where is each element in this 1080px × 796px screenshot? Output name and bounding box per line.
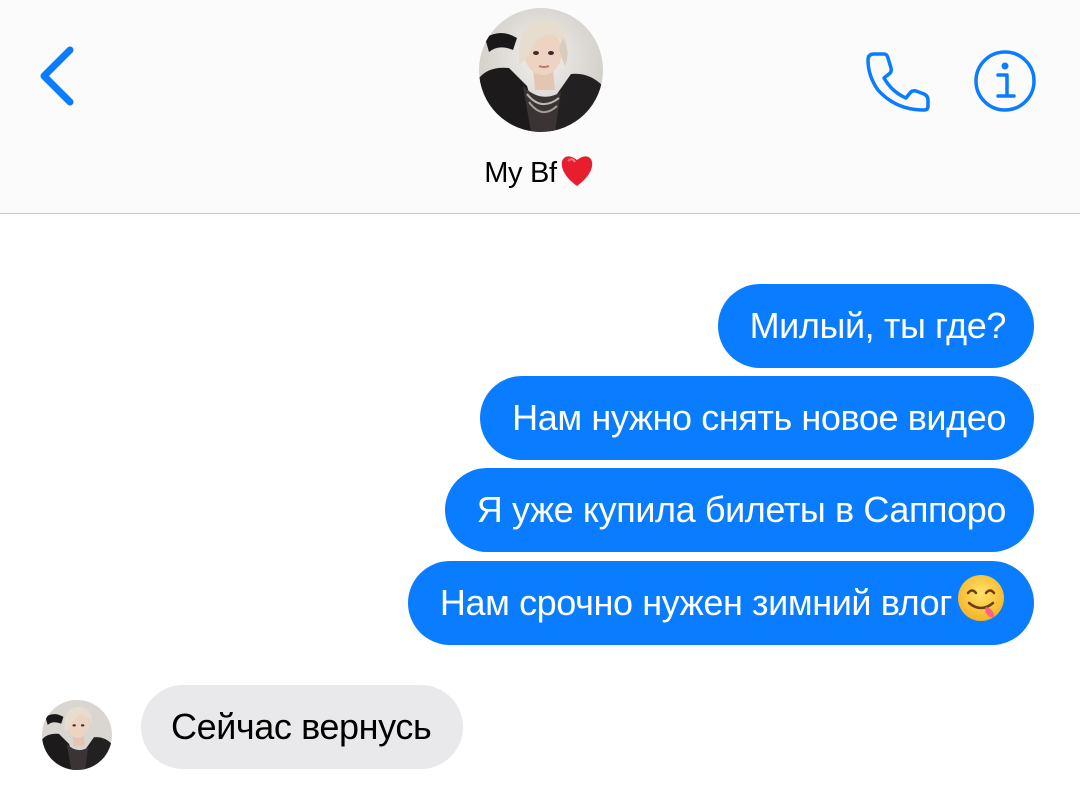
avatar-photo bbox=[479, 8, 603, 132]
outgoing-message-bubble[interactable]: Нам нужно снять новое видео bbox=[480, 376, 1034, 460]
avatar-photo bbox=[42, 700, 112, 770]
back-button[interactable] bbox=[34, 38, 90, 114]
message-text: Нам нужно снять новое видео bbox=[512, 397, 1006, 438]
call-button[interactable] bbox=[862, 48, 932, 114]
outgoing-message-bubble[interactable]: Нам срочно нужен зимний влог bbox=[407, 561, 1034, 645]
info-button[interactable] bbox=[972, 48, 1038, 114]
red-heart-emoji bbox=[558, 152, 596, 196]
contact-name: My Bf bbox=[440, 152, 640, 196]
contact-header[interactable]: My Bf bbox=[440, 8, 640, 198]
chevron-left-icon bbox=[40, 46, 74, 106]
outgoing-message-bubble[interactable]: Я уже купила билеты в Саппоро bbox=[444, 468, 1034, 552]
chat-header: My Bf bbox=[0, 0, 1080, 214]
face-savoring-food-emoji bbox=[956, 569, 1006, 653]
contact-avatar[interactable] bbox=[479, 8, 603, 132]
message-text: Нам срочно нужен зимний влог bbox=[439, 582, 952, 623]
sender-avatar[interactable] bbox=[42, 700, 112, 770]
phone-icon bbox=[866, 52, 930, 112]
message-text: Я уже купила билеты в Саппоро bbox=[476, 489, 1007, 530]
chat-screen: My Bf Милый, ты где? Нам нужно снять нов… bbox=[0, 0, 1080, 796]
message-text: Сейчас вернусь bbox=[171, 706, 432, 747]
info-icon bbox=[974, 50, 1036, 112]
outgoing-message-bubble[interactable]: Милый, ты где? bbox=[717, 284, 1034, 368]
incoming-message-bubble[interactable]: Сейчас вернусь bbox=[141, 685, 464, 769]
message-text: Милый, ты где? bbox=[749, 305, 1007, 346]
